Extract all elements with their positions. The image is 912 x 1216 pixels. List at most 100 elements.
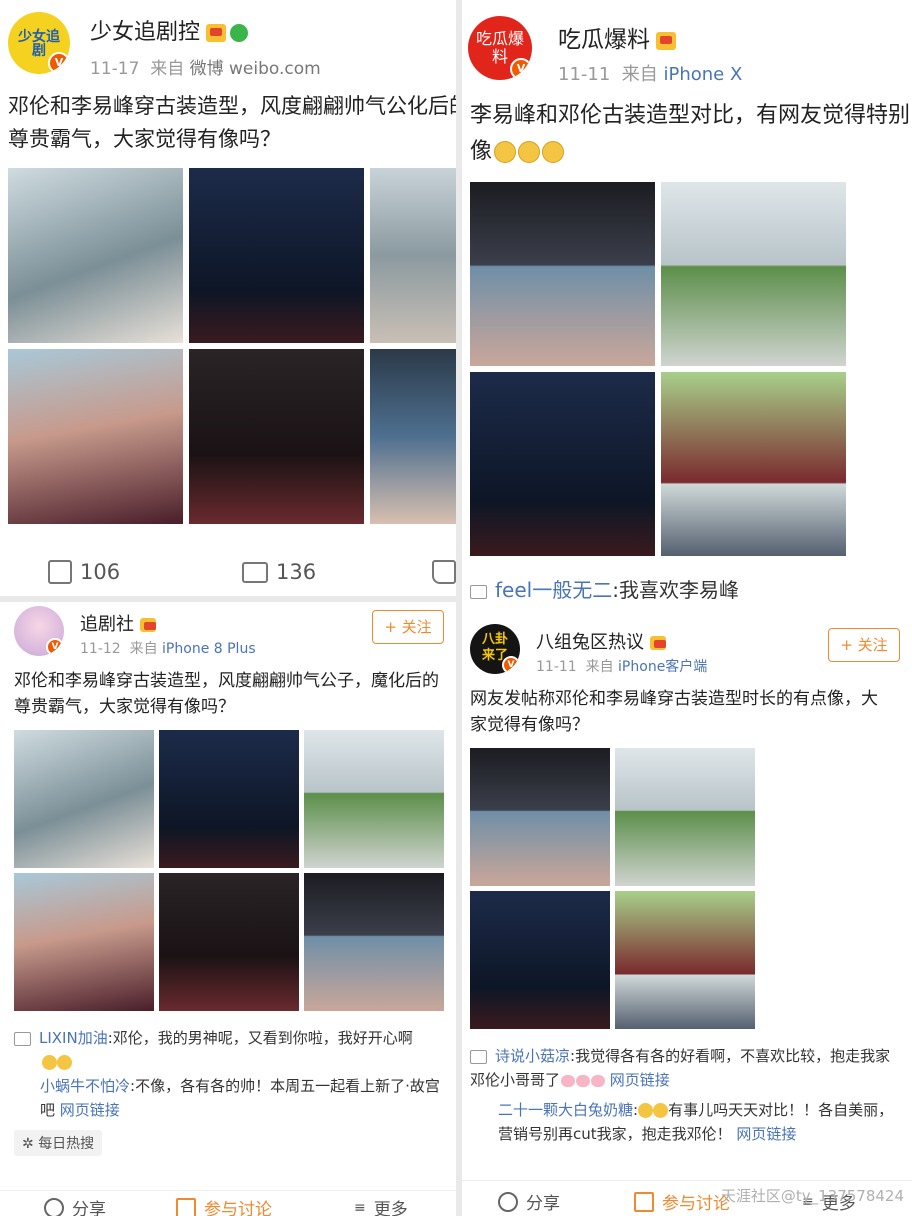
post-meta: 11-11 来自 iPhone客户端	[536, 659, 708, 675]
verified-badge-icon: V	[46, 638, 64, 656]
image-grid	[8, 168, 456, 524]
post-source: iPhone客户端	[618, 659, 708, 675]
crown-icon	[140, 618, 156, 632]
post-card-1: 少女追剧 V 少女追剧控 11-17 来自 微博 weibo.com 邓伦和李易…	[0, 0, 456, 596]
discuss-button[interactable]: 参与讨论	[176, 1195, 272, 1216]
post-meta: 11-11 来自 iPhone X	[558, 64, 743, 85]
username[interactable]: 吃瓜爆料	[558, 20, 676, 54]
username[interactable]: 少女追剧控	[90, 14, 249, 46]
comment-item: 小蜗牛不怕冷:不像，各有各的帅！本周五一起看上新了·故宫吧 网页链接	[40, 1077, 440, 1119]
thumbs-up-icon	[432, 560, 456, 584]
image-grid	[470, 748, 760, 1029]
emoji-icon	[542, 141, 565, 163]
post-text: 邓伦和李易峰穿古装造型，风度翩翩帅气公化后的尊贵霸气，大家觉得有像吗？	[8, 94, 456, 151]
photo-thumbnail[interactable]	[159, 730, 299, 868]
menu-icon: ≡	[354, 1199, 366, 1216]
repost-button[interactable]: 106	[48, 560, 120, 584]
photo-thumbnail[interactable]	[661, 182, 846, 366]
emoji-icon	[42, 1055, 57, 1070]
post-text: 李易峰和邓伦古装造型对比，有网友觉得特别像	[470, 103, 911, 164]
photo-thumbnail[interactable]	[661, 372, 846, 556]
comment-icon	[242, 561, 268, 583]
photo-thumbnail[interactable]	[470, 748, 610, 886]
plus-icon: +	[840, 636, 853, 654]
photo-thumbnail[interactable]	[370, 168, 456, 343]
photo-thumbnail[interactable]	[470, 372, 655, 556]
comment-user[interactable]: 诗说小菇凉	[495, 1047, 570, 1065]
pig-emoji-icon	[561, 1074, 576, 1087]
avatar[interactable]: 少女追剧 V	[8, 12, 70, 74]
photo-thumbnail[interactable]	[470, 182, 655, 366]
photo-thumbnail[interactable]	[470, 891, 610, 1029]
post-source: 微博 weibo.com	[189, 59, 321, 79]
crown-icon	[206, 24, 227, 42]
panel-divider	[0, 596, 456, 602]
username[interactable]: 追剧社	[80, 610, 156, 636]
share-icon	[44, 1197, 64, 1216]
photo-thumbnail[interactable]	[304, 873, 444, 1011]
comment-button[interactable]: 136	[242, 560, 316, 584]
comment-icon	[14, 1031, 31, 1046]
photo-thumbnail[interactable]	[14, 730, 154, 868]
post-card-4: 八卦来了 V 八组兔区热议 11-11 来自 iPhone客户端 + 关注 网友…	[462, 612, 912, 1216]
photo-thumbnail[interactable]	[159, 873, 299, 1011]
more-button[interactable]: ≡ 更多	[354, 1195, 408, 1216]
photo-thumbnail[interactable]	[8, 168, 183, 343]
crown-icon	[656, 31, 676, 50]
comment-item: LIXIN加油:邓伦，我的男神呢，又看到你啦，我好开心啊	[14, 1026, 444, 1074]
verified-badge-icon: V	[502, 656, 520, 674]
photo-thumbnail[interactable]	[189, 349, 364, 524]
share-icon	[48, 560, 72, 584]
photo-thumbnail[interactable]	[370, 349, 456, 524]
edit-icon	[176, 1197, 196, 1216]
web-link[interactable]: 网页链接	[610, 1071, 670, 1089]
post-actions: 106 136	[0, 552, 456, 592]
follow-button[interactable]: + 关注	[372, 610, 444, 644]
like-button[interactable]	[432, 560, 456, 584]
follow-button[interactable]: + 关注	[828, 628, 900, 662]
comment-user[interactable]: LIXIN加油	[39, 1029, 108, 1047]
comment-user[interactable]: 二十一颗大白兔奶糖	[498, 1101, 633, 1119]
post-source: iPhone X	[663, 64, 743, 85]
avatar[interactable]: 吃瓜爆料 V	[468, 16, 532, 80]
web-link[interactable]: 网页链接	[736, 1125, 796, 1143]
hot-search-tag[interactable]: ✲ 每日热搜	[14, 1130, 103, 1156]
photo-thumbnail[interactable]	[615, 891, 755, 1029]
emoji-icon	[653, 1103, 669, 1118]
discuss-button[interactable]: 参与讨论	[634, 1189, 730, 1214]
emoji-icon	[57, 1055, 72, 1070]
photo-thumbnail[interactable]	[304, 730, 444, 868]
bottom-action-bar: 分享 参与讨论 ≡ 更多	[0, 1190, 456, 1216]
photo-thumbnail[interactable]	[8, 349, 183, 524]
member-icon	[230, 24, 249, 42]
username[interactable]: 八组兔区热议	[536, 628, 666, 654]
comment-user[interactable]: feel一般无二	[495, 578, 612, 602]
hot-icon: ✲	[22, 1136, 34, 1152]
comment-item: 二十一颗大白兔奶糖: 有事儿吗天天对比！！各自美丽，营销号别再cut我家，抱走我邓…	[498, 1101, 894, 1143]
post-card-2: 吃瓜爆料 V 吃瓜爆料 11-11 来自 iPhone X 李易峰和邓伦古装造型…	[462, 0, 912, 612]
post-source: iPhone 8 Plus	[162, 641, 256, 657]
image-grid	[14, 730, 444, 1011]
emoji-icon	[518, 141, 541, 163]
comment-user[interactable]: 小蜗牛不怕冷	[40, 1077, 130, 1095]
post-meta: 11-12 来自 iPhone 8 Plus	[80, 641, 256, 657]
photo-thumbnail[interactable]	[14, 873, 154, 1011]
plus-icon: +	[384, 618, 397, 636]
share-icon	[498, 1191, 518, 1212]
photo-thumbnail[interactable]	[615, 748, 755, 886]
verified-badge-icon: V	[48, 52, 70, 74]
avatar[interactable]: 八卦来了 V	[470, 624, 520, 674]
comment-icon	[470, 1049, 487, 1064]
emoji-icon	[638, 1103, 654, 1118]
web-link[interactable]: 网页链接	[60, 1101, 120, 1119]
emoji-icon	[494, 141, 517, 163]
watermark: 天涯社区@ty_137578424	[720, 1187, 904, 1205]
edit-icon	[634, 1191, 654, 1212]
comment-item: 诗说小菇凉:我觉得各有各的好看啊，不喜欢比较，抱走我家邓伦小哥哥了 网页链接	[470, 1047, 891, 1089]
share-button[interactable]: 分享	[498, 1189, 560, 1214]
pig-emoji-icon	[576, 1074, 591, 1087]
photo-thumbnail[interactable]	[189, 168, 364, 343]
panel-divider	[456, 0, 462, 1216]
share-button[interactable]: 分享	[44, 1195, 106, 1216]
avatar[interactable]: V	[14, 606, 64, 656]
